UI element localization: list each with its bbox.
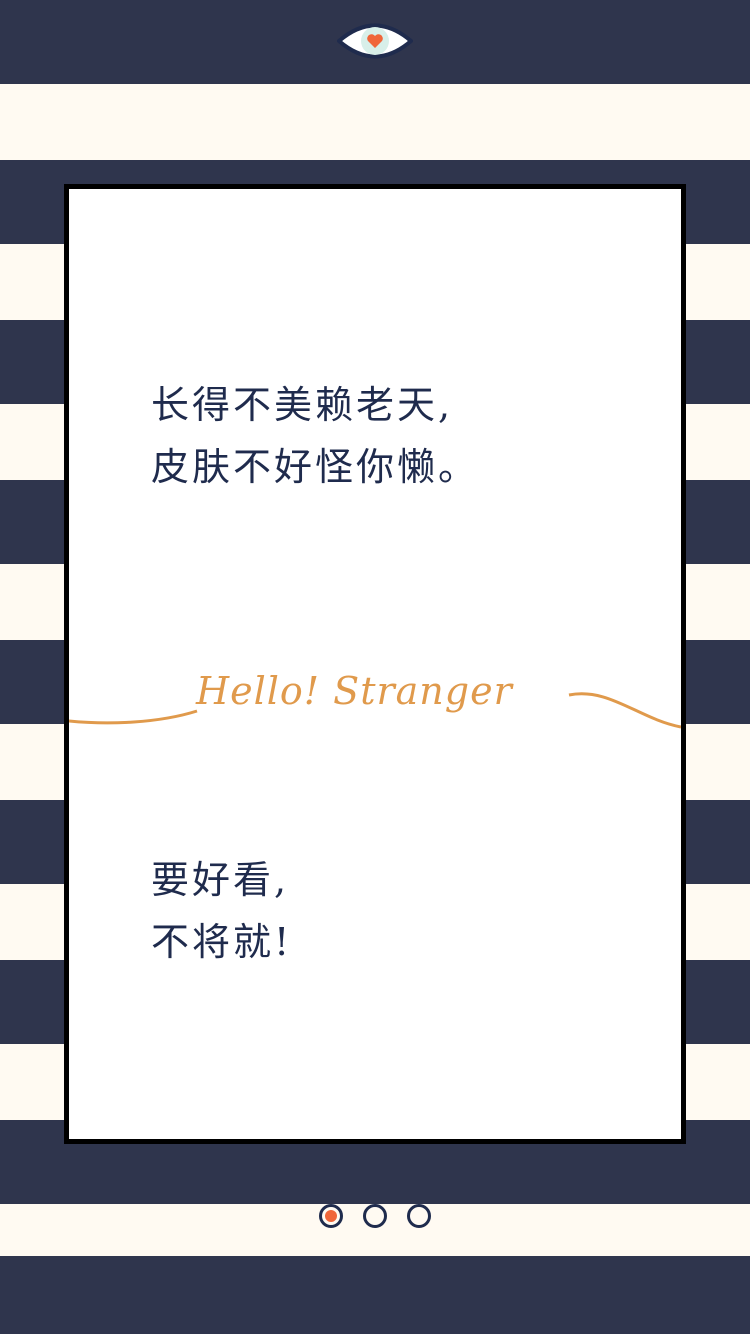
eye-heart-icon [337, 23, 413, 59]
page-dot-1[interactable] [319, 1204, 343, 1228]
page-indicator [0, 1176, 750, 1256]
page-dot-3[interactable] [407, 1204, 431, 1228]
bottom-quote-line-1: 要好看, [151, 858, 290, 902]
hello-stranger-banner: Hello! Stranger [69, 659, 681, 749]
top-quote-line-2: 皮肤不好怪你懒。 [151, 445, 480, 489]
page-dot-2[interactable] [363, 1204, 387, 1228]
top-quote: 长得不美赖老天, 皮肤不好怪你懒。 [151, 374, 479, 498]
quote-card: 长得不美赖老天, 皮肤不好怪你懒。 Hello! Stranger 要好看, 不… [64, 184, 686, 1144]
bottom-quote-line-2: 不将就! [151, 920, 293, 964]
header-bar [0, 0, 750, 84]
bottom-quote: 要好看, 不将就! [151, 849, 292, 973]
footer-bar [0, 1256, 750, 1334]
hello-stranger-text: Hello! Stranger [196, 669, 513, 713]
top-quote-line-1: 长得不美赖老天, [151, 383, 454, 427]
